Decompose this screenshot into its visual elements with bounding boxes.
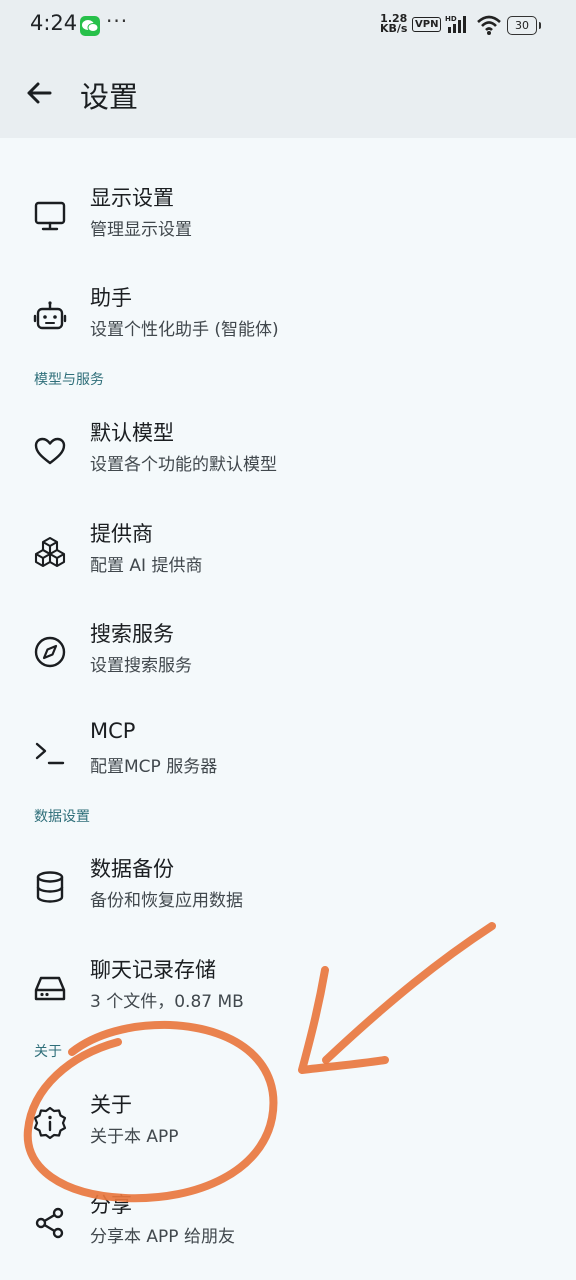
settings-item-chat-storage[interactable]: 聊天记录存储 3 个文件，0.87 MB bbox=[0, 940, 576, 1040]
cubes-icon bbox=[34, 536, 66, 568]
compass-icon bbox=[34, 636, 66, 668]
network-speed-unit: KB/s bbox=[380, 22, 408, 35]
settings-item-subtitle: 设置搜索服务 bbox=[90, 656, 192, 676]
settings-item-subtitle: 管理显示设置 bbox=[90, 220, 192, 240]
settings-item-default-model[interactable]: 默认模型 设置各个功能的默认模型 bbox=[0, 403, 576, 503]
terminal-icon bbox=[35, 742, 65, 765]
heart-icon bbox=[34, 437, 66, 465]
settings-item-title: 分享 bbox=[90, 1193, 132, 1217]
wifi-icon bbox=[477, 15, 501, 35]
monitor-icon bbox=[34, 201, 66, 231]
vpn-badge: VPN bbox=[412, 17, 442, 32]
battery-icon: 30 bbox=[507, 16, 541, 35]
section-header-about: 关于 bbox=[34, 1044, 62, 1060]
settings-item-title: 聊天记录存储 bbox=[90, 958, 216, 982]
robot-icon bbox=[33, 301, 67, 330]
settings-item-mcp[interactable]: MCP 配置MCP 服务器 bbox=[0, 705, 576, 805]
settings-item-assistant[interactable]: 助手 设置个性化助手 (智能体) bbox=[0, 268, 576, 368]
settings-item-backup[interactable]: 数据备份 备份和恢复应用数据 bbox=[0, 839, 576, 939]
settings-item-subtitle: 设置各个功能的默认模型 bbox=[90, 455, 277, 475]
settings-item-providers[interactable]: 提供商 配置 AI 提供商 bbox=[0, 504, 576, 604]
section-header-models: 模型与服务 bbox=[34, 372, 104, 388]
settings-item-title: 搜索服务 bbox=[90, 622, 174, 646]
info-badge-icon bbox=[33, 1106, 67, 1140]
status-time: 4:24 bbox=[30, 11, 78, 35]
page-title: 设置 bbox=[80, 80, 139, 114]
settings-item-subtitle: 配置MCP 服务器 bbox=[90, 757, 218, 777]
settings-item-share[interactable]: 分享 分享本 APP 给朋友 bbox=[0, 1175, 576, 1275]
status-bar: 4:24 ··· 1.28 KB/s VPN HD 30 bbox=[0, 0, 576, 52]
section-header-data: 数据设置 bbox=[34, 809, 90, 825]
settings-item-subtitle: 备份和恢复应用数据 bbox=[90, 891, 243, 911]
back-arrow-icon[interactable] bbox=[22, 76, 56, 110]
wechat-icon bbox=[80, 16, 100, 36]
settings-item-search-service[interactable]: 搜索服务 设置搜索服务 bbox=[0, 604, 576, 704]
settings-item-title: 数据备份 bbox=[90, 857, 174, 881]
app-bar: 设置 bbox=[0, 52, 576, 138]
settings-item-subtitle: 关于本 APP bbox=[90, 1127, 179, 1147]
share-icon bbox=[35, 1207, 64, 1239]
hard-drive-icon bbox=[34, 976, 66, 1001]
settings-item-title: 关于 bbox=[90, 1093, 132, 1117]
database-icon bbox=[36, 871, 64, 903]
settings-item-display[interactable]: 显示设置 管理显示设置 bbox=[0, 168, 576, 268]
settings-item-title: 提供商 bbox=[90, 522, 153, 546]
settings-item-subtitle: 配置 AI 提供商 bbox=[90, 556, 203, 576]
settings-item-title: 默认模型 bbox=[90, 421, 174, 445]
svg-text:HD: HD bbox=[445, 15, 457, 23]
signal-icon: HD bbox=[445, 15, 466, 33]
settings-item-title: 助手 bbox=[90, 286, 132, 310]
settings-item-subtitle: 设置个性化助手 (智能体) bbox=[90, 320, 279, 340]
more-notifications-icon: ··· bbox=[106, 9, 129, 33]
settings-item-title: 显示设置 bbox=[90, 186, 174, 210]
settings-item-subtitle: 3 个文件，0.87 MB bbox=[90, 992, 244, 1012]
settings-item-about[interactable]: 关于 关于本 APP bbox=[0, 1075, 576, 1175]
network-speed: 1.28 KB/s bbox=[380, 13, 408, 35]
settings-item-title: MCP bbox=[90, 719, 136, 743]
settings-item-subtitle: 分享本 APP 给朋友 bbox=[90, 1227, 235, 1247]
